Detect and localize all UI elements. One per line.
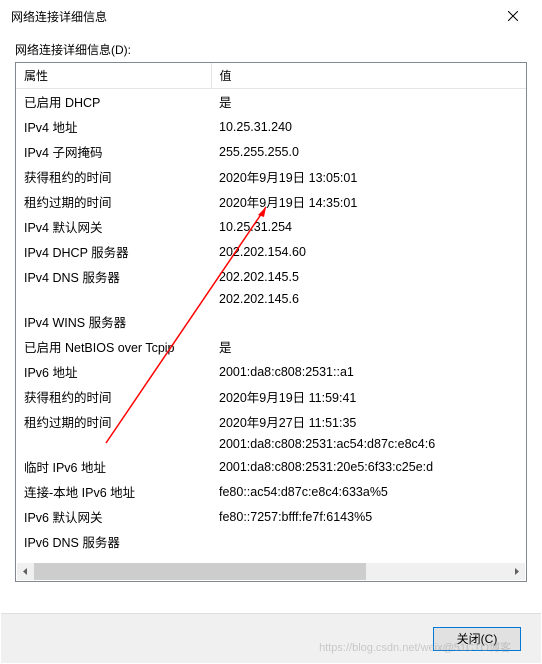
value-cell: 10.25.31.254 bbox=[211, 214, 526, 239]
window-title: 网络连接详细信息 bbox=[11, 8, 107, 25]
table-row[interactable]: IPv4 DHCP 服务器202.202.154.60 bbox=[16, 239, 526, 264]
value-cell: 10.25.31.240 bbox=[211, 114, 526, 139]
table-row[interactable]: 连接-本地 IPv6 地址fe80::ac54:d87c:e8c4:633a%5 bbox=[16, 479, 526, 504]
property-cell: IPv4 默认网关 bbox=[16, 214, 211, 239]
column-header-property[interactable]: 属性 bbox=[16, 63, 211, 89]
titlebar: 网络连接详细信息 bbox=[1, 1, 541, 31]
value-cell bbox=[211, 529, 526, 554]
property-cell: IPv6 地址 bbox=[16, 359, 211, 384]
value-cell: 255.255.255.0 bbox=[211, 139, 526, 164]
property-cell: 租约过期的时间 bbox=[16, 189, 211, 214]
value-cell: 202.202.145.6 bbox=[211, 289, 526, 309]
table-row[interactable]: IPv6 地址2001:da8:c808:2531::a1 bbox=[16, 359, 526, 384]
table-row[interactable]: IPv4 DNS 服务器202.202.145.5 bbox=[16, 264, 526, 289]
property-cell: IPv4 DHCP 服务器 bbox=[16, 239, 211, 264]
table-row[interactable]: 已启用 NetBIOS over Tcpip是 bbox=[16, 334, 526, 359]
table-row[interactable]: 临时 IPv6 地址2001:da8:c808:2531:20e5:6f33:c… bbox=[16, 454, 526, 479]
property-cell: IPv4 DNS 服务器 bbox=[16, 264, 211, 289]
column-header-value[interactable]: 值 bbox=[211, 63, 526, 89]
content-area: 网络连接详细信息(D): 属性 值 已启用 DHCP是IPv4 地址10.25.… bbox=[15, 41, 527, 603]
value-cell: 是 bbox=[211, 89, 526, 115]
property-cell: IPv4 WINS 服务器 bbox=[16, 309, 211, 334]
property-cell: 租约过期的时间 bbox=[16, 409, 211, 434]
table-row[interactable]: 已启用 DHCP是 bbox=[16, 89, 526, 115]
value-cell: 202.202.154.60 bbox=[211, 239, 526, 264]
table-row[interactable]: IPv4 子网掩码255.255.255.0 bbox=[16, 139, 526, 164]
value-cell bbox=[211, 309, 526, 334]
close-icon bbox=[508, 11, 518, 21]
table-row[interactable]: IPv4 WINS 服务器 bbox=[16, 309, 526, 334]
value-cell: fe80::7257:bfff:fe7f:6143%5 bbox=[211, 504, 526, 529]
details-table: 属性 值 已启用 DHCP是IPv4 地址10.25.31.240IPv4 子网… bbox=[16, 63, 526, 554]
scrollbar-track[interactable] bbox=[34, 563, 508, 580]
table-row[interactable]: IPv4 默认网关10.25.31.254 bbox=[16, 214, 526, 239]
dialog-footer: 关闭(C) bbox=[1, 613, 541, 663]
window-close-button[interactable] bbox=[493, 2, 533, 30]
table-header-row: 属性 值 bbox=[16, 63, 526, 89]
value-cell: 是 bbox=[211, 334, 526, 359]
table-row[interactable]: IPv6 DNS 服务器 bbox=[16, 529, 526, 554]
scroll-right-button[interactable] bbox=[508, 563, 525, 580]
value-cell: 2001:da8:c808:2531:ac54:d87c:e8c4:6 bbox=[211, 434, 526, 454]
table-row[interactable]: IPv4 地址10.25.31.240 bbox=[16, 114, 526, 139]
property-cell: 已启用 NetBIOS over Tcpip bbox=[16, 334, 211, 359]
value-cell: 2020年9月27日 11:51:35 bbox=[211, 409, 526, 434]
value-cell: 2001:da8:c808:2531:20e5:6f33:c25e:d bbox=[211, 454, 526, 479]
property-cell bbox=[16, 434, 211, 454]
value-cell: fe80::ac54:d87c:e8c4:633a%5 bbox=[211, 479, 526, 504]
horizontal-scrollbar[interactable] bbox=[17, 563, 525, 580]
property-cell: IPv6 DNS 服务器 bbox=[16, 529, 211, 554]
chevron-left-icon bbox=[22, 568, 29, 575]
table-row[interactable]: 获得租约的时间2020年9月19日 13:05:01 bbox=[16, 164, 526, 189]
close-button[interactable]: 关闭(C) bbox=[433, 627, 521, 651]
property-cell: 获得租约的时间 bbox=[16, 384, 211, 409]
details-table-container: 属性 值 已启用 DHCP是IPv4 地址10.25.31.240IPv4 子网… bbox=[15, 62, 527, 582]
table-row[interactable]: 租约过期的时间2020年9月27日 11:51:35 bbox=[16, 409, 526, 434]
value-cell: 2020年9月19日 14:35:01 bbox=[211, 189, 526, 214]
table-row[interactable]: 202.202.145.6 bbox=[16, 289, 526, 309]
value-cell: 2001:da8:c808:2531::a1 bbox=[211, 359, 526, 384]
property-cell: 连接-本地 IPv6 地址 bbox=[16, 479, 211, 504]
property-cell bbox=[16, 289, 211, 309]
property-cell: IPv4 子网掩码 bbox=[16, 139, 211, 164]
property-cell: 获得租约的时间 bbox=[16, 164, 211, 189]
property-cell: 已启用 DHCP bbox=[16, 89, 211, 115]
table-row[interactable]: IPv6 默认网关fe80::7257:bfff:fe7f:6143%5 bbox=[16, 504, 526, 529]
scrollbar-thumb[interactable] bbox=[34, 563, 366, 580]
list-label: 网络连接详细信息(D): bbox=[15, 41, 527, 58]
value-cell: 2020年9月19日 11:59:41 bbox=[211, 384, 526, 409]
table-row[interactable]: 获得租约的时间2020年9月19日 11:59:41 bbox=[16, 384, 526, 409]
property-cell: 临时 IPv6 地址 bbox=[16, 454, 211, 479]
property-cell: IPv6 默认网关 bbox=[16, 504, 211, 529]
property-cell: IPv4 地址 bbox=[16, 114, 211, 139]
value-cell: 202.202.145.5 bbox=[211, 264, 526, 289]
scroll-left-button[interactable] bbox=[17, 563, 34, 580]
value-cell: 2020年9月19日 13:05:01 bbox=[211, 164, 526, 189]
chevron-right-icon bbox=[513, 568, 520, 575]
table-row[interactable]: 2001:da8:c808:2531:ac54:d87c:e8c4:6 bbox=[16, 434, 526, 454]
dialog-window: 网络连接详细信息 网络连接详细信息(D): 属性 值 已启用 DHCP是IPv4… bbox=[0, 0, 542, 664]
table-row[interactable]: 租约过期的时间2020年9月19日 14:35:01 bbox=[16, 189, 526, 214]
